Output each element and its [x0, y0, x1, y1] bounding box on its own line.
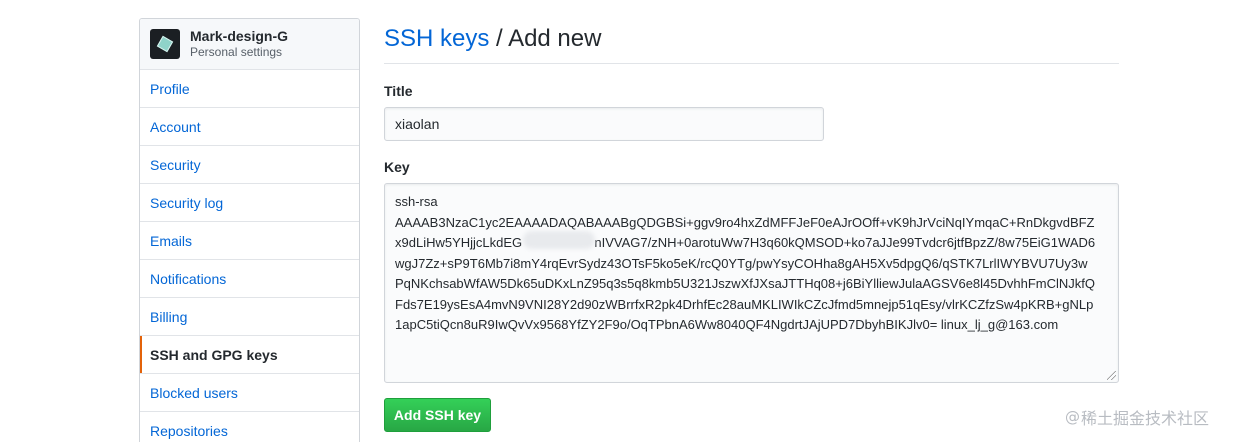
- sidebar-item-profile[interactable]: Profile: [140, 70, 359, 108]
- watermark-text: 稀土掘金技术社区: [1081, 409, 1210, 428]
- user-info: Mark-design-G Personal settings: [190, 28, 288, 60]
- key-textarea[interactable]: ssh-rsa AAAAB3NzaC1yc2EAAAADAQABAAABgQDG…: [384, 183, 1119, 383]
- resize-grip-icon[interactable]: [1107, 371, 1116, 380]
- key-label: Key: [384, 159, 410, 175]
- sidebar-item-account[interactable]: Account: [140, 108, 359, 146]
- sidebar-item-blocked-users[interactable]: Blocked users: [140, 374, 359, 412]
- watermark-at-icon: @: [1065, 408, 1080, 426]
- sidebar-item-repositories[interactable]: Repositories: [140, 412, 359, 442]
- avatar: [150, 29, 180, 59]
- sidebar-header[interactable]: Mark-design-G Personal settings: [140, 19, 359, 70]
- user-name[interactable]: Mark-design-G: [190, 28, 288, 45]
- key-line: ssh-rsa: [395, 194, 438, 209]
- settings-sidebar: Mark-design-G Personal settings Profile …: [139, 18, 360, 442]
- sidebar-item-notifications[interactable]: Notifications: [140, 260, 359, 298]
- sidebar-item-billing[interactable]: Billing: [140, 298, 359, 336]
- sidebar-item-security[interactable]: Security: [140, 146, 359, 184]
- watermark: @ 稀土掘金技术社区: [1065, 405, 1209, 429]
- breadcrumb-ssh-keys-link[interactable]: SSH keys: [384, 25, 489, 52]
- redaction-blur: [523, 231, 595, 249]
- breadcrumb-current: Add new: [508, 25, 602, 52]
- sidebar-item-security-log[interactable]: Security log: [140, 184, 359, 222]
- add-ssh-key-button[interactable]: Add SSH key: [384, 398, 491, 432]
- key-line: 1apC5tiQcn8uR9IwQvVx9568YfZY2F9o/OqTPbnA…: [395, 317, 1059, 332]
- sidebar-item-emails[interactable]: Emails: [140, 222, 359, 260]
- title-label: Title: [384, 83, 413, 99]
- sidebar-item-ssh-gpg-keys[interactable]: SSH and GPG keys: [140, 336, 359, 374]
- title-input[interactable]: [384, 107, 824, 141]
- breadcrumb-separator: /: [489, 25, 509, 52]
- title-divider: [384, 63, 1119, 64]
- key-line: Fds7E19ysEsA4mvN9VNI28Y2d90zWBrrfxR2pk4D…: [395, 296, 1094, 312]
- key-line: PqNKchsabWfAW5Dk65uDKxLnZ95q3s5q8kmb5U32…: [395, 276, 1096, 291]
- key-line: AAAAB3NzaC1yc2EAAAADAQABAAABgQDGBSi+ggv9…: [395, 214, 1095, 230]
- page-title: SSH keys / Add new: [384, 24, 601, 54]
- gem-icon: [156, 35, 174, 53]
- user-subtitle: Personal settings: [190, 45, 283, 59]
- key-line: x9dLiHw5YHjjcLkdEG nIVVAG7/zNH+0arotuWw7…: [395, 235, 1096, 250]
- key-line: wgJ7Zz+sP9T6Mb7i8mY4rqEvrSydz43OTsF5ko5e…: [395, 255, 1088, 271]
